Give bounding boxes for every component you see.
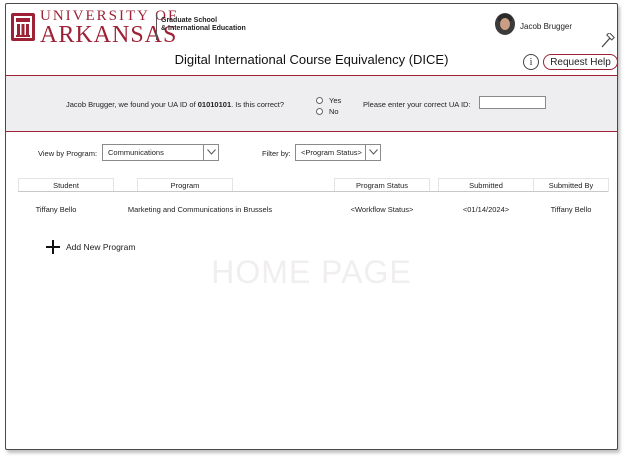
add-new-program-button[interactable]: Add New Program (46, 240, 135, 254)
school-line2: & International Education (161, 25, 246, 33)
ua-id-value: 01010101 (197, 100, 232, 109)
watermark: HOME PAGE (211, 254, 412, 290)
avatar[interactable] (495, 13, 515, 35)
view-by-program-label: View by Program: (38, 149, 98, 158)
status-filter-select[interactable]: <Program Status> (295, 144, 381, 161)
radio-no[interactable]: No (316, 107, 339, 116)
column-header-submitted-by[interactable]: Submitted By (533, 178, 609, 192)
add-new-program-label: Add New Program (66, 242, 136, 252)
column-header-submitted[interactable]: Submitted (438, 178, 534, 192)
request-help-button[interactable]: Request Help (543, 54, 618, 70)
radio-no-label: No (329, 107, 339, 116)
header: UNIVERSITY OF ARKANSAS Graduate School &… (6, 4, 618, 76)
cell-program-status: <Workflow Status> (350, 205, 414, 214)
filter-by-label: Filter by: (262, 149, 291, 158)
cell-program[interactable]: Marketing and Communications in Brussels (112, 205, 288, 214)
radio-no-circle[interactable] (316, 108, 323, 115)
status-filter-value: <Program Status> (301, 148, 362, 157)
table-header-rule (18, 191, 608, 192)
plus-icon[interactable] (46, 240, 60, 254)
cell-submitted: <01/14/2024> (462, 205, 510, 214)
radio-yes-label: Yes (329, 96, 342, 105)
correct-ua-id-label: Please enter your correct UA ID: (363, 100, 471, 109)
program-select-value: Communications (108, 148, 164, 157)
chevron-down-icon[interactable] (365, 145, 380, 160)
ua-id-question: Jacob Brugger, we found your UA ID of 01… (66, 100, 284, 109)
column-header-student[interactable]: Student (18, 178, 114, 192)
university-logo-text: UNIVERSITY OF ARKANSAS (40, 9, 178, 48)
info-icon[interactable]: i (523, 54, 539, 70)
university-line2: ARKANSAS (40, 22, 178, 48)
hammer-icon[interactable] (599, 33, 615, 49)
ua-id-question-suffix: . Is this correct? (231, 100, 285, 109)
school-name: Graduate School & International Educatio… (161, 17, 246, 33)
ua-id-question-prefix: Jacob Brugger, we found your UA ID of (66, 100, 198, 109)
radio-yes-circle[interactable] (316, 97, 323, 104)
cell-student: Tiffany Bello (35, 205, 77, 214)
chevron-down-icon[interactable] (203, 145, 218, 160)
user-name: Jacob Brugger (520, 22, 573, 31)
cell-submitted-by: Tiffany Bello (550, 205, 592, 214)
radio-yes[interactable]: Yes (316, 96, 341, 105)
university-seal-icon (11, 13, 35, 41)
program-select[interactable]: Communications (102, 144, 219, 161)
app-window: UNIVERSITY OF ARKANSAS Graduate School &… (5, 3, 618, 450)
column-header-program-status[interactable]: Program Status (334, 178, 430, 192)
logo-divider (156, 14, 157, 40)
column-header-program[interactable]: Program (137, 178, 233, 192)
ua-id-confirm-bar: Jacob Brugger, we found your UA ID of 01… (6, 76, 617, 132)
school-line1: Graduate School (161, 17, 218, 24)
correct-ua-id-input[interactable] (479, 96, 546, 109)
